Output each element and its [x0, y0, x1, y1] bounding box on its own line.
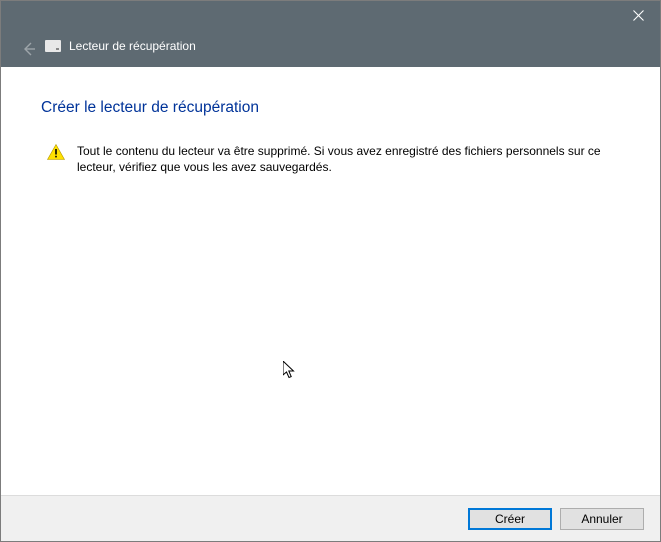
warning-text: Tout le contenu du lecteur va être suppr…	[77, 143, 617, 175]
page-heading: Créer le lecteur de récupération	[41, 99, 620, 117]
content-area: Créer le lecteur de récupération Tout le…	[1, 67, 660, 495]
app-title: Lecteur de récupération	[69, 39, 196, 53]
footer: Créer Annuler	[1, 495, 660, 541]
back-arrow-icon	[21, 41, 37, 57]
back-button	[19, 39, 39, 59]
warning-icon	[47, 144, 65, 160]
warning-row: Tout le contenu du lecteur va être suppr…	[41, 143, 620, 175]
cancel-button[interactable]: Annuler	[560, 508, 644, 530]
close-button[interactable]	[616, 1, 660, 29]
title-wrap: Lecteur de récupération	[45, 39, 196, 53]
create-button[interactable]: Créer	[468, 508, 552, 530]
drive-icon	[45, 40, 61, 52]
titlebar: Lecteur de récupération	[1, 1, 660, 67]
close-icon	[633, 10, 644, 21]
